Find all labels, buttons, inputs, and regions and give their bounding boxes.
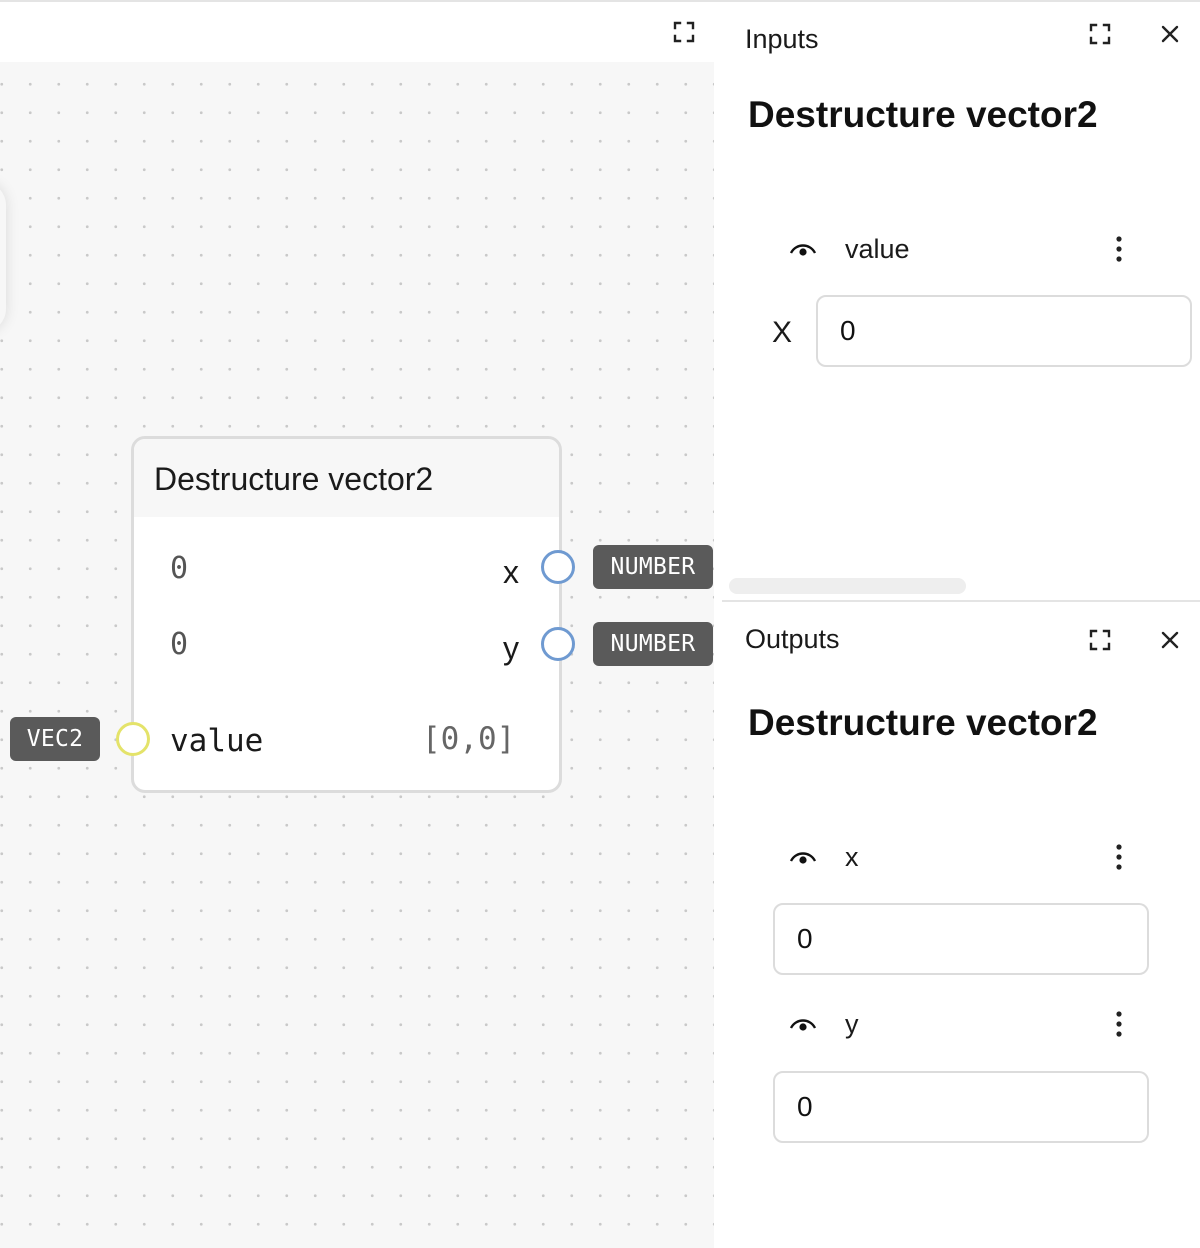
value-kebab-menu-icon[interactable] xyxy=(1114,234,1124,264)
y-kebab-menu-icon[interactable] xyxy=(1114,1009,1124,1039)
node-output-y-label: y xyxy=(503,630,519,666)
output-port-x[interactable] xyxy=(541,550,575,584)
node-header[interactable]: Destructure vector2 xyxy=(134,439,559,517)
node-title: Destructure vector2 xyxy=(154,461,434,497)
output-y-input[interactable] xyxy=(773,1071,1149,1143)
value-x-input[interactable] xyxy=(816,295,1192,367)
type-badge-vec2: VEC2 xyxy=(10,717,100,761)
node-canvas[interactable]: Destructure vector2 0 x 0 y value [0,0] … xyxy=(0,62,714,1248)
outputs-tab-label[interactable]: Outputs xyxy=(745,624,840,655)
inputs-field-name-value: value xyxy=(845,234,910,264)
node-input-value-readout: [0,0] xyxy=(422,721,516,757)
inputs-close-icon[interactable] xyxy=(1157,21,1183,47)
canvas-toolbar xyxy=(0,0,714,62)
output-port-y[interactable] xyxy=(541,627,575,661)
node-output-x-value: 0 xyxy=(170,551,189,586)
node-input-value-label: value xyxy=(170,723,264,759)
outputs-field-name-x: x xyxy=(845,842,859,872)
type-badge-number-x: NUMBER xyxy=(593,545,713,589)
outputs-fullscreen-icon[interactable] xyxy=(1087,627,1113,653)
y-visibility-eye-icon[interactable] xyxy=(788,1013,818,1035)
outputs-field-name-y: y xyxy=(845,1009,859,1039)
x-kebab-menu-icon[interactable] xyxy=(1114,842,1124,872)
inputs-fullscreen-icon[interactable] xyxy=(1087,21,1113,47)
outputs-panel-title: Destructure vector2 xyxy=(748,702,1098,743)
outputs-close-icon[interactable] xyxy=(1157,627,1183,653)
output-x-input[interactable] xyxy=(773,903,1149,975)
app-root: Destructure vector2 0 x 0 y value [0,0] … xyxy=(0,0,1200,1248)
x-axis-label: X xyxy=(772,316,793,349)
inputs-panel: Inputs Destructure vector2 value X xyxy=(714,0,1200,600)
node-output-x-label: x xyxy=(503,554,519,590)
outputs-panel: Outputs Destructure vector2 x 0 y 0 xyxy=(722,600,1200,1248)
x-visibility-eye-icon[interactable] xyxy=(788,846,818,868)
node-output-y-value: 0 xyxy=(170,627,189,662)
inputs-tab-label[interactable]: Inputs xyxy=(745,24,819,55)
destructure-vector2-node[interactable]: Destructure vector2 0 x 0 y value [0,0] xyxy=(131,436,562,793)
inputs-panel-title: Destructure vector2 xyxy=(748,94,1098,135)
input-port-value[interactable] xyxy=(116,722,150,756)
offscreen-node-edge xyxy=(0,182,6,332)
value-visibility-eye-icon[interactable] xyxy=(788,238,818,260)
type-badge-number-y: NUMBER xyxy=(593,622,713,666)
inputs-panel-horizontal-scrollbar[interactable] xyxy=(729,578,966,594)
canvas-fullscreen-icon[interactable] xyxy=(671,19,697,45)
